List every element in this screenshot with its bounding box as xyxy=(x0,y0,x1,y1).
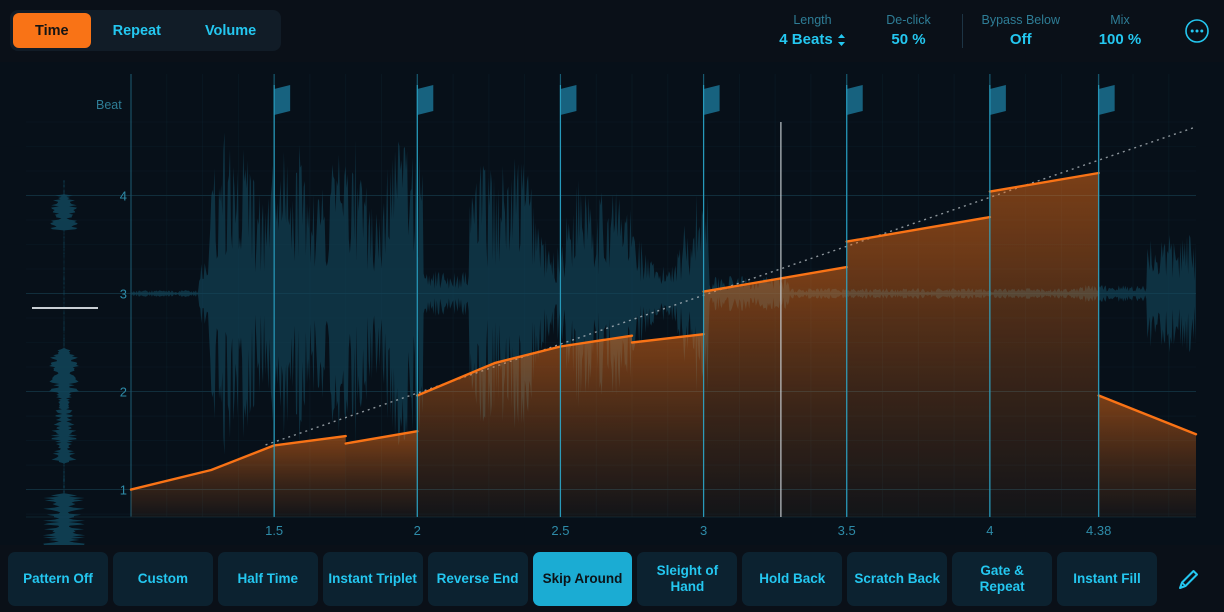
chart-canvas[interactable]: 1 2 3 4 1.5 2 2.5 3 3.5 4 4.38 xyxy=(0,62,1224,545)
x-tick-label-4: 3.5 xyxy=(838,523,856,538)
param-declick-label: De-click xyxy=(886,13,931,27)
preset-gate-repeat[interactable]: Gate & Repeat xyxy=(952,551,1053,606)
stepper-icon[interactable] xyxy=(837,33,846,47)
preset-instant-triplet[interactable]: Instant Triplet xyxy=(322,551,423,606)
param-length[interactable]: Length 4 Beats xyxy=(764,12,860,50)
x-tick-label-3: 3 xyxy=(700,523,707,538)
y-tick-label-1: 2 xyxy=(120,385,127,400)
beat-marker-flag-2[interactable] xyxy=(560,85,577,115)
preset-sleight-of-hand[interactable]: Sleight of Hand xyxy=(637,551,738,606)
beat-marker-flag-4[interactable] xyxy=(846,85,863,115)
x-tick-label-5: 4 xyxy=(986,523,993,538)
x-tick-label-6: 4.38 xyxy=(1086,523,1111,538)
x-tick-label-0: 1.5 xyxy=(265,523,283,538)
preset-scratch-back[interactable]: Scratch Back xyxy=(847,551,948,606)
envelope-fill-5 xyxy=(846,217,990,517)
y-tick-label-0: 1 xyxy=(120,483,127,498)
tab-volume[interactable]: Volume xyxy=(183,13,278,48)
preset-bar: Pattern Off Custom Half Time Instant Tri… xyxy=(0,545,1224,612)
param-length-value-text: 4 Beats xyxy=(779,31,833,48)
y-tick-label-3: 4 xyxy=(120,189,127,204)
chart-axis-title: Beat xyxy=(96,98,122,112)
preset-instant-fill[interactable]: Instant Fill xyxy=(1057,551,1157,606)
param-mix-label: Mix xyxy=(1110,13,1130,27)
param-bypass-below[interactable]: Bypass Below Off xyxy=(969,12,1072,50)
param-bypass-below-value[interactable]: Off xyxy=(1010,29,1032,50)
x-tick-label-2: 2.5 xyxy=(551,523,569,538)
beat-marker-flag-6[interactable] xyxy=(1098,85,1115,115)
top-bar: Time Repeat Volume Length 4 Beats De-cli… xyxy=(0,0,1224,62)
preset-custom[interactable]: Custom xyxy=(112,551,213,606)
envelope-fill-4 xyxy=(703,267,847,517)
time-envelope-chart[interactable]: Beat 1 2 3 4 1.5 2 2.5 3 3.5 4 4.38 xyxy=(0,62,1224,545)
more-circle-icon[interactable] xyxy=(1184,18,1210,44)
preset-hold-back[interactable]: Hold Back xyxy=(742,551,843,606)
envelope-fill-3 xyxy=(632,334,704,517)
preset-pattern-off[interactable]: Pattern Off xyxy=(8,551,108,606)
param-declick[interactable]: De-click 50 % xyxy=(860,12,956,50)
preset-half-time[interactable]: Half Time xyxy=(217,551,318,606)
envelope-fill-1 xyxy=(345,431,418,517)
mode-tab-group: Time Repeat Volume xyxy=(10,10,282,51)
param-length-label: Length xyxy=(793,13,832,27)
param-bypass-below-label: Bypass Below xyxy=(981,13,1060,27)
param-mix[interactable]: Mix 100 % xyxy=(1072,12,1168,50)
tab-repeat[interactable]: Repeat xyxy=(91,13,183,48)
beat-marker-flag-1[interactable] xyxy=(417,85,434,115)
plugin-window: Time Repeat Volume Length 4 Beats De-cli… xyxy=(0,0,1224,612)
parameter-group: Length 4 Beats De-click 50 % Bypass Belo… xyxy=(764,0,1168,62)
pencil-icon[interactable] xyxy=(1162,552,1216,606)
y-tick-label-2: 3 xyxy=(120,287,127,302)
param-divider xyxy=(962,14,964,48)
preset-skip-around[interactable]: Skip Around xyxy=(532,551,633,606)
beat-marker-flag-3[interactable] xyxy=(703,85,720,115)
preset-reverse-end[interactable]: Reverse End xyxy=(427,551,528,606)
param-mix-value[interactable]: 100 % xyxy=(1099,29,1142,50)
beat-marker-flag-5[interactable] xyxy=(989,85,1006,115)
x-tick-label-1: 2 xyxy=(414,523,421,538)
param-length-value[interactable]: 4 Beats xyxy=(779,29,845,50)
envelope-fill-6 xyxy=(989,173,1099,517)
param-declick-value[interactable]: 50 % xyxy=(891,29,925,50)
tab-time[interactable]: Time xyxy=(13,13,91,48)
beat-marker-flag-0[interactable] xyxy=(274,85,291,115)
